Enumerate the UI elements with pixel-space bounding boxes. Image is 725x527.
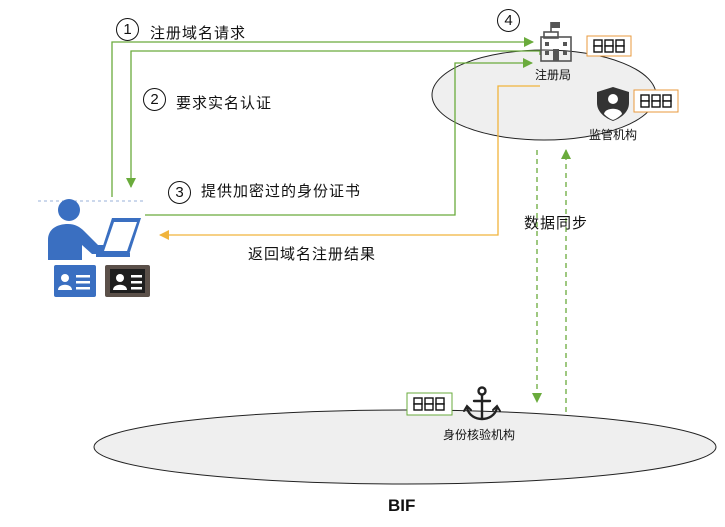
step-1-badge: 1 bbox=[116, 18, 139, 41]
step-1-label: 注册域名请求 bbox=[150, 24, 247, 42]
id-card-blue-icon bbox=[54, 265, 96, 297]
return-result-label: 返回域名注册结果 bbox=[248, 245, 377, 263]
bif-label: BIF bbox=[388, 496, 416, 515]
blockchain-icon-registry bbox=[586, 35, 632, 57]
diagram-canvas: 1 2 3 4 注册域名请求 要求实名认证 提供加密过的身份证书 返回域名注册结… bbox=[0, 0, 725, 527]
blockchain-icon-bif bbox=[406, 392, 453, 416]
step-2-label: 要求实名认证 bbox=[176, 94, 273, 112]
id-card-dark-icon bbox=[105, 265, 150, 297]
step-4-badge: 4 bbox=[497, 9, 520, 32]
data-sync-label: 数据同步 bbox=[524, 214, 589, 232]
user-laptop-icon bbox=[48, 199, 141, 260]
step-2-badge: 2 bbox=[143, 88, 166, 111]
verifier-label: 身份核验机构 bbox=[443, 428, 516, 442]
regulator-label: 监管机构 bbox=[589, 128, 638, 142]
blockchain-icon-regulator bbox=[633, 89, 679, 113]
step-3-label: 提供加密过的身份证书 bbox=[201, 182, 362, 200]
anchor-icon bbox=[463, 386, 501, 421]
registry-label: 注册局 bbox=[535, 68, 572, 82]
step-3-badge: 3 bbox=[168, 181, 191, 204]
bif-ellipse bbox=[93, 409, 717, 485]
